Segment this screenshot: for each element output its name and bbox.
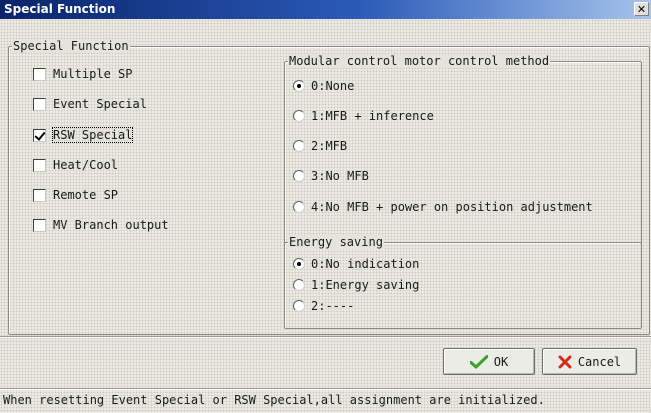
checkbox-icon[interactable] bbox=[33, 158, 46, 172]
checkbox-heat-cool[interactable]: Heat/Cool bbox=[33, 158, 118, 172]
modular-control-legend: Modular control motor control method bbox=[288, 54, 551, 68]
radio-label: 0:No indication bbox=[311, 257, 420, 271]
radio-icon[interactable] bbox=[293, 201, 305, 213]
title-bar[interactable]: Special Function ✕ bbox=[0, 0, 651, 19]
checkbox-icon[interactable] bbox=[33, 67, 46, 81]
checkbox-icon[interactable] bbox=[33, 97, 46, 111]
checkmark-icon bbox=[469, 354, 488, 369]
radio-icon[interactable] bbox=[293, 140, 305, 152]
close-icon[interactable]: ✕ bbox=[634, 2, 649, 16]
checkbox-mv-branch-output[interactable]: MV Branch output bbox=[33, 218, 169, 232]
radio-modular-0-none[interactable]: 0:None bbox=[293, 79, 354, 93]
checkbox-rsw-special[interactable]: RSW Special bbox=[33, 127, 134, 143]
checkbox-event-special[interactable]: Event Special bbox=[33, 97, 147, 111]
ok-button[interactable]: OK bbox=[443, 348, 535, 375]
radio-modular-1-mfb-inference[interactable]: 1:MFB + inference bbox=[293, 109, 434, 123]
radio-energy-1-energy-saving[interactable]: 1:Energy saving bbox=[293, 278, 419, 292]
radio-selected-icon[interactable] bbox=[293, 80, 305, 92]
radio-modular-3-no-mfb[interactable]: 3:No MFB bbox=[293, 169, 369, 183]
radio-energy-0-no-indication[interactable]: 0:No indication bbox=[293, 257, 419, 271]
dialog-body: Special Function Multiple SP Event Speci… bbox=[0, 19, 651, 413]
radio-energy-2-none[interactable]: 2:---- bbox=[293, 299, 354, 313]
radio-modular-4-no-mfb-power-on[interactable]: 4:No MFB + power on position adjustment bbox=[293, 200, 593, 214]
radio-label: 2:---- bbox=[311, 299, 355, 313]
checkbox-label: Remote SP bbox=[53, 188, 119, 202]
checkbox-label: RSW Special bbox=[51, 127, 134, 143]
status-bar: When resetting Event Special or RSW Spec… bbox=[0, 388, 651, 413]
energy-saving-legend: Energy saving bbox=[288, 235, 384, 249]
window-title: Special Function bbox=[4, 2, 116, 16]
radio-label: 2:MFB bbox=[311, 139, 348, 153]
checkbox-checked-icon[interactable] bbox=[33, 128, 46, 142]
checkbox-label: Multiple SP bbox=[53, 67, 133, 81]
checkbox-icon[interactable] bbox=[33, 218, 46, 232]
checkbox-multiple-sp[interactable]: Multiple SP bbox=[33, 67, 132, 81]
cross-icon bbox=[558, 355, 572, 369]
button-area-separator bbox=[0, 336, 651, 338]
checkbox-label: Heat/Cool bbox=[53, 158, 119, 172]
radio-label: 1:MFB + inference bbox=[311, 109, 434, 123]
status-message: When resetting Event Special or RSW Spec… bbox=[3, 393, 545, 407]
radio-label: 4:No MFB + power on position adjustment bbox=[311, 200, 593, 214]
checkbox-label: Event Special bbox=[53, 97, 147, 111]
special-function-legend: Special Function bbox=[12, 39, 130, 53]
radio-selected-icon[interactable] bbox=[293, 258, 305, 270]
checkbox-label: MV Branch output bbox=[53, 218, 169, 232]
radio-label: 0:None bbox=[311, 79, 355, 93]
ok-button-label: OK bbox=[493, 354, 509, 369]
radio-label: 3:No MFB bbox=[311, 169, 369, 183]
radio-label: 1:Energy saving bbox=[311, 278, 420, 292]
radio-icon[interactable] bbox=[293, 110, 305, 122]
cancel-button[interactable]: Cancel bbox=[542, 348, 637, 375]
radio-icon[interactable] bbox=[293, 170, 305, 182]
radio-modular-2-mfb[interactable]: 2:MFB bbox=[293, 139, 347, 153]
checkbox-remote-sp[interactable]: Remote SP bbox=[33, 188, 118, 202]
radio-icon[interactable] bbox=[293, 279, 305, 291]
radio-icon[interactable] bbox=[293, 300, 305, 312]
checkbox-icon[interactable] bbox=[33, 188, 46, 202]
cancel-button-label: Cancel bbox=[577, 354, 622, 369]
